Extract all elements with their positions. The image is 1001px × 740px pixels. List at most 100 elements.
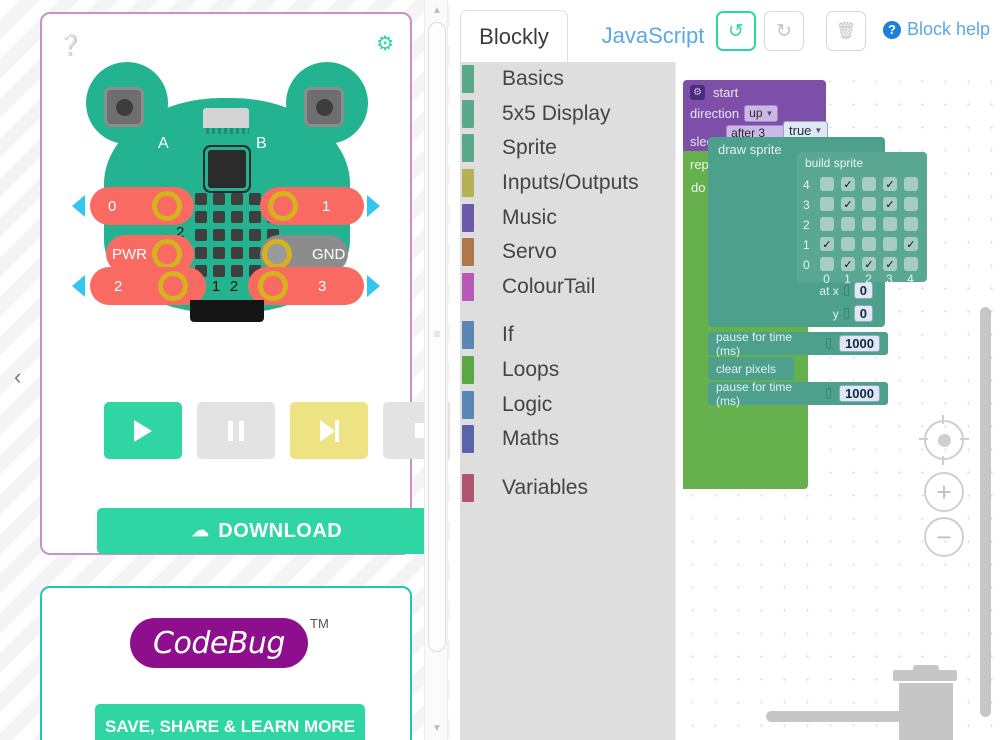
toolbox-item-variables[interactable]: Variables (460, 471, 675, 506)
block-help-link[interactable]: ? Block help (883, 19, 990, 40)
sprite-checkbox[interactable] (841, 237, 855, 251)
led-pixel[interactable] (213, 247, 225, 259)
toolbox-item-servo[interactable]: Servo (460, 235, 675, 270)
help-badge-icon: ? (883, 20, 901, 39)
toolbox-item-5x5-display[interactable]: 5x5 Display (460, 97, 675, 132)
scroll-down-icon[interactable]: ▼ (427, 720, 447, 738)
pad-0[interactable]: 0 (90, 187, 194, 225)
sprite-checkbox[interactable] (862, 177, 876, 191)
delete-all-button[interactable]: 🗑 (826, 11, 866, 51)
block-pause-for-time-1[interactable]: pause for time (ms) 1000 (708, 330, 888, 358)
scroll-up-icon[interactable]: ▲ (427, 2, 447, 20)
led-pixel[interactable] (195, 193, 207, 205)
sprite-checkbox[interactable] (904, 237, 918, 251)
scrollbar-thumb[interactable] (428, 22, 446, 652)
block-pause-for-time-2[interactable]: pause for time (ms) 1000 (708, 380, 888, 408)
workspace-trash[interactable] (893, 665, 957, 740)
build-sprite-grid[interactable] (817, 174, 922, 274)
blockly-canvas[interactable]: ⚙ start direction up ▼ sleep after 3 min… (675, 62, 1001, 740)
toolbox-item-maths[interactable]: Maths (460, 422, 675, 457)
led-pixel[interactable] (231, 193, 243, 205)
pause-value[interactable]: 1000 (839, 385, 880, 402)
sprite-checkbox[interactable] (904, 257, 918, 271)
canvas-horizontal-scrollbar[interactable] (683, 711, 988, 722)
block-clear-pixels[interactable]: clear pixels (708, 357, 794, 380)
sprite-checkbox[interactable] (904, 177, 918, 191)
sprite-checkbox[interactable] (820, 257, 834, 271)
y-value[interactable]: 0 (853, 305, 873, 322)
pad-3-label: 3 (318, 277, 327, 295)
redo-button[interactable]: ↻ (764, 11, 804, 51)
sprite-checkbox[interactable] (862, 197, 876, 211)
canvas-hscroll-thumb[interactable] (766, 711, 942, 722)
sprite-checkbox[interactable] (904, 217, 918, 231)
pause-value[interactable]: 1000 (839, 335, 880, 352)
gear-icon[interactable]: ⚙ (376, 34, 394, 54)
led-pixel[interactable] (195, 247, 207, 259)
sprite-checkbox[interactable] (862, 217, 876, 231)
zoom-in-button[interactable]: + (924, 472, 964, 512)
toolbox-item-if[interactable]: If (460, 318, 675, 353)
sprite-checkbox[interactable] (841, 177, 855, 191)
button-a[interactable] (104, 87, 144, 127)
led-pixel[interactable] (213, 211, 225, 223)
sprite-checkbox[interactable] (841, 217, 855, 231)
canvas-vertical-scrollbar[interactable] (980, 82, 991, 717)
zoom-out-button[interactable]: − (924, 517, 964, 557)
button-b-label: B (256, 135, 267, 152)
step-button[interactable] (290, 402, 368, 459)
sprite-checkbox[interactable] (862, 257, 876, 271)
led-pixel[interactable] (249, 211, 261, 223)
download-button[interactable]: ☁ DOWNLOAD (97, 508, 437, 554)
gear-icon[interactable]: ⚙ (690, 85, 705, 100)
led-pixel[interactable] (231, 247, 243, 259)
question-circle-icon[interactable]: ❔ (58, 36, 83, 56)
toolbox-item-logic[interactable]: Logic (460, 387, 675, 422)
led-pixel[interactable] (231, 211, 243, 223)
sprite-checkbox[interactable] (841, 257, 855, 271)
undo-button[interactable]: ↺ (716, 11, 756, 51)
sprite-checkbox[interactable] (841, 197, 855, 211)
led-pixel[interactable] (195, 211, 207, 223)
pad-1[interactable]: 1 (260, 187, 364, 225)
center-workspace-button[interactable] (919, 415, 969, 465)
toolbox-item-colourtail[interactable]: ColourTail (460, 270, 675, 305)
left-panel-scrollbar[interactable]: ▲ ▼ (424, 0, 448, 740)
sprite-checkbox[interactable] (820, 177, 834, 191)
pad-3[interactable]: 3 (248, 267, 364, 305)
direction-dropdown[interactable]: up ▼ (744, 105, 779, 122)
sprite-checkbox[interactable] (820, 237, 834, 251)
sprite-checkbox[interactable] (820, 197, 834, 211)
led-pixel[interactable] (195, 229, 207, 241)
pause-button[interactable] (197, 402, 275, 459)
toolbox-item-music[interactable]: Music (460, 200, 675, 235)
led-pixel[interactable] (213, 193, 225, 205)
button-b[interactable] (304, 87, 344, 127)
sprite-checkbox[interactable] (862, 237, 876, 251)
sprite-checkbox[interactable] (820, 217, 834, 231)
led-pixel[interactable] (231, 265, 243, 277)
led-pixel[interactable] (213, 229, 225, 241)
led-pixel[interactable] (213, 265, 225, 277)
pad-2[interactable]: 2 (90, 267, 206, 305)
sprite-checkbox[interactable] (883, 257, 897, 271)
blockly-toolbox[interactable]: Basics 5x5 Display Sprite Inputs/Outputs Mus… (460, 62, 675, 740)
toolbox-item-loops[interactable]: Loops (460, 353, 675, 388)
block-build-sprite[interactable]: build sprite 4 3 2 1 0 0 1 2 3 4 (797, 152, 927, 286)
sprite-checkbox[interactable] (904, 197, 918, 211)
save-share-learn-more-button[interactable]: SAVE, SHARE & LEARN MORE (95, 704, 365, 740)
tab-javascript[interactable]: JavaScript (578, 10, 728, 62)
play-button[interactable] (104, 402, 182, 459)
sprite-checkbox[interactable] (883, 177, 897, 191)
tab-blockly[interactable]: Blockly (460, 10, 568, 62)
toolbox-item-basics[interactable]: Basics (460, 62, 675, 97)
toolbox-item-sprite[interactable]: Sprite (460, 131, 675, 166)
sprite-checkbox[interactable] (883, 197, 897, 211)
toolbox-item-inputs-outputs[interactable]: Inputs/Outputs (460, 166, 675, 201)
sprite-checkbox[interactable] (883, 217, 897, 231)
sprite-checkbox[interactable] (883, 237, 897, 251)
collapse-sidebar-button[interactable]: ‹ (14, 364, 21, 390)
led-pixel[interactable] (249, 229, 261, 241)
canvas-vscroll-thumb[interactable] (980, 307, 991, 717)
led-pixel[interactable] (231, 229, 243, 241)
